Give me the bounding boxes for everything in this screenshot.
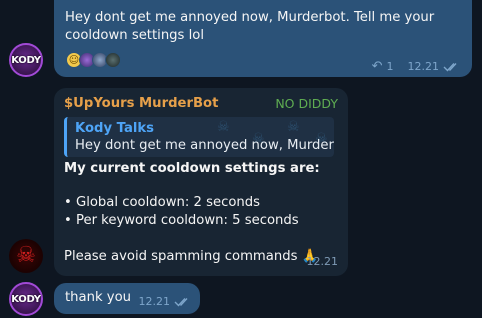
quote-author: Kody Talks <box>75 121 155 136</box>
message-time: 12.21 <box>306 255 339 268</box>
reply-arrow-icon[interactable]: ↶ <box>372 59 383 74</box>
reply-count[interactable]: 1 <box>387 60 394 73</box>
user-avatar-reaction[interactable] <box>105 52 121 68</box>
sender-name[interactable]: $UpYours MurderBot <box>64 96 218 111</box>
reply-quote[interactable]: ☠ ☠ ☠ ☠ Kody Talks Hey dont get me annoy… <box>64 117 334 157</box>
message-meta: ↶ 1 12.21 <box>372 59 461 74</box>
sender-tag: NO DIDDY <box>275 96 338 111</box>
message-bubble-incoming[interactable]: $UpYours MurderBot NO DIDDY ☠ ☠ ☠ ☠ Kody… <box>54 88 348 276</box>
avatar-kody[interactable]: KODY <box>9 282 43 316</box>
avatar-kody[interactable]: KODY <box>9 43 43 77</box>
message-meta: 12.21 <box>139 295 193 308</box>
double-check-icon <box>174 297 188 307</box>
message-line: My current cooldown settings are: <box>64 161 320 176</box>
message-meta: 12.21 <box>307 255 339 268</box>
message-bubble-outgoing[interactable]: Hey dont get me annoyed now, Murderbot. … <box>54 0 472 77</box>
quote-text: Hey dont get me annoyed now, Murderb... <box>75 138 334 153</box>
message-line: • Per keyword cooldown: 5 seconds <box>64 213 299 228</box>
avatar-label: KODY <box>11 293 41 305</box>
message-text: Hey dont get me annoyed now, Murderbot. … <box>65 10 435 43</box>
avatar-label: KODY <box>11 54 41 66</box>
message-line: Please avoid spamming commands 🙏 <box>64 249 319 264</box>
message-bubble-outgoing[interactable]: thank you 12.21 <box>54 283 200 314</box>
message-time: 12.21 <box>138 295 171 308</box>
avatar-murderbot[interactable]: ☠ <box>9 239 43 273</box>
message-text: thank you <box>65 290 132 305</box>
skull-icon: ☠ <box>16 243 36 268</box>
message-line: • Global cooldown: 2 seconds <box>64 195 260 210</box>
reactions-row[interactable]: ☺ <box>66 52 121 68</box>
double-check-icon <box>443 62 457 72</box>
message-time: 12.21 <box>407 60 440 73</box>
